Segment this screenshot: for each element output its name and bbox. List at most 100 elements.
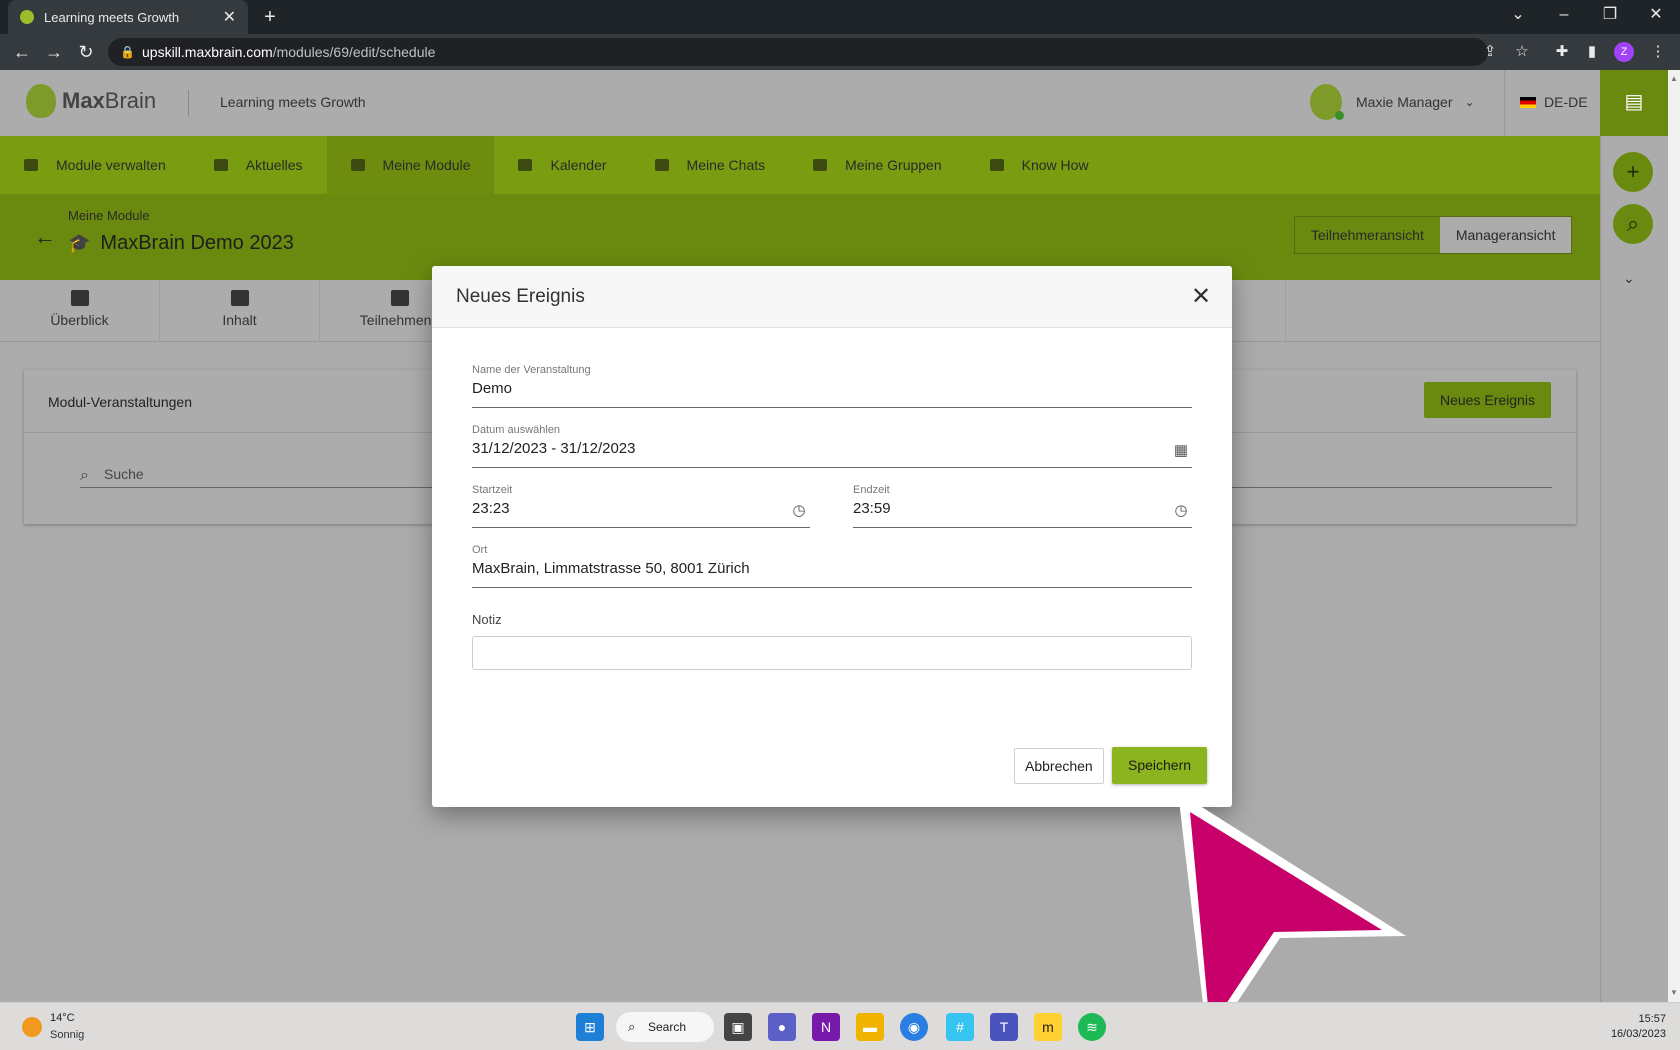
nav-item-meine-module[interactable]: Meine Module [326, 136, 495, 194]
bookmark-star-icon[interactable]: ☆ [1512, 42, 1532, 62]
online-status-icon [1335, 111, 1344, 120]
page-scrollbar[interactable]: ▲ ▼ [1668, 70, 1680, 1002]
end-time-label: Endzeit [853, 484, 890, 496]
slack-icon[interactable]: # [946, 1013, 974, 1041]
dialog-header: Neues Ereignis ✕ [432, 266, 1232, 328]
folder-icon [24, 159, 38, 171]
task-view-icon[interactable]: ▣ [724, 1013, 752, 1041]
participant-view-button[interactable]: Teilnehmeransicht [1295, 217, 1440, 253]
search-icon[interactable]: ⌕ [1613, 204, 1653, 244]
file-explorer-icon[interactable]: ▬ [856, 1013, 884, 1041]
chat-bubble-icon[interactable]: ▤ [1600, 70, 1668, 136]
profile-avatar[interactable]: Z [1614, 42, 1634, 62]
maxbrain-favicon-icon [20, 10, 34, 24]
calendar-icon [518, 159, 533, 171]
teams-icon[interactable]: T [990, 1013, 1018, 1041]
clock-date: 16/03/2023 [1610, 1028, 1666, 1040]
onenote-icon[interactable]: N [812, 1013, 840, 1041]
graduation-cap-icon [350, 159, 365, 171]
search-placeholder: Suche [104, 466, 144, 482]
sun-icon[interactable] [22, 1017, 42, 1037]
add-icon[interactable]: + [1613, 152, 1653, 192]
start-time-value: 23:23 [472, 500, 510, 517]
people-icon [390, 290, 409, 306]
user-name: Maxie Manager [1356, 94, 1453, 110]
extensions-puzzle-icon[interactable]: ✚ [1552, 42, 1572, 62]
right-rail: + ⌕ ⌄ [1600, 136, 1668, 1002]
date-range-field[interactable]: Datum auswählen 31/12/2023 - 31/12/2023 … [472, 424, 1192, 468]
chrome-icon[interactable]: ◉ [900, 1013, 928, 1041]
browser-tab-title: Learning meets Growth [44, 9, 180, 25]
end-time-field[interactable]: Endzeit 23:59 ◷ [853, 484, 1192, 528]
cancel-button[interactable]: Abbrechen [1014, 748, 1104, 784]
browser-menu-icon[interactable]: ⋮ [1648, 42, 1668, 62]
share-icon[interactable]: ⇪ [1480, 42, 1500, 62]
location-field[interactable]: Ort MaxBrain, Limmatstrasse 50, 8001 Zür… [472, 544, 1192, 588]
event-name-field[interactable]: Name der Veranstaltung Demo [472, 364, 1192, 408]
search-icon: ⌕ [628, 1019, 636, 1034]
taskbar-search[interactable]: ⌕ Search [616, 1012, 714, 1042]
breadcrumb[interactable]: Meine Module [68, 208, 150, 223]
main-navigation: Module verwalten Aktuelles Meine Module … [0, 136, 1600, 194]
new-tab-icon[interactable]: + [258, 6, 282, 30]
maxbrain-logo[interactable]: MaxBrain [26, 84, 156, 118]
save-button[interactable]: Speichern [1112, 747, 1208, 784]
close-icon[interactable]: ✕ [1184, 280, 1218, 314]
tab-content[interactable]: Inhalt [160, 280, 320, 342]
url-path: /modules/69/edit/schedule [272, 44, 436, 60]
minimize-window-icon[interactable]: – [1548, 0, 1580, 34]
nav-item-kalender[interactable]: Kalender [494, 136, 630, 194]
weather-temperature: 14°C [50, 1012, 75, 1024]
start-time-field[interactable]: Startzeit 23:23 ◷ [472, 484, 810, 528]
new-event-button[interactable]: Neues Ereignis [1424, 382, 1551, 418]
location-value: MaxBrain, Limmatstrasse 50, 8001 Zürich [472, 560, 750, 577]
tab-overview[interactable]: Überblick [0, 280, 160, 342]
chat-app-icon[interactable]: ● [768, 1013, 796, 1041]
user-menu[interactable]: Maxie Manager ⌄ [1310, 84, 1475, 120]
app-header: MaxBrain Learning meets Growth Maxie Man… [0, 70, 1600, 136]
date-label: Datum auswählen [472, 424, 561, 436]
browser-tab-bar: Learning meets Growth ✕ + ⌄ – ❐ ✕ [0, 0, 1680, 34]
back-arrow-icon[interactable]: ← [10, 40, 34, 64]
language-label: DE-DE [1544, 94, 1588, 110]
module-title: 🎓 MaxBrain Demo 2023 [68, 232, 294, 254]
address-bar[interactable]: 🔒 upskill.maxbrain.com/modules/69/edit/s… [108, 38, 1488, 66]
nav-item-module-verwalten[interactable]: Module verwalten [0, 136, 190, 194]
search-icon: ⌕ [80, 467, 89, 484]
clock-icon[interactable]: ◷ [790, 502, 808, 520]
manager-view-button[interactable]: Manageransicht [1439, 217, 1572, 253]
tab-search-chevron-icon[interactable]: ⌄ [1502, 0, 1534, 34]
folder-icon [230, 290, 249, 306]
language-selector[interactable]: DE-DE [1520, 94, 1588, 110]
nav-item-meine-gruppen[interactable]: Meine Gruppen [789, 136, 966, 194]
url-host: upskill.maxbrain.com [142, 44, 273, 60]
reload-icon[interactable]: ↻ [74, 40, 98, 64]
event-name-value: Demo [472, 380, 513, 397]
scroll-up-icon[interactable]: ▲ [1670, 74, 1678, 83]
nav-item-meine-chats[interactable]: Meine Chats [631, 136, 790, 194]
spotify-icon[interactable]: ≋ [1078, 1013, 1106, 1041]
calendar-icon[interactable]: ▦ [1172, 442, 1190, 460]
nav-item-know-how[interactable]: Know How [966, 136, 1113, 194]
miro-icon[interactable]: m [1034, 1013, 1062, 1041]
close-tab-icon[interactable]: ✕ [223, 7, 236, 27]
forward-arrow-icon[interactable]: → [42, 40, 66, 64]
taskbar-clock[interactable]: 15:57 16/03/2023 [1596, 1012, 1666, 1042]
windows-start-icon[interactable]: ⊞ [576, 1013, 604, 1041]
tagline: Learning meets Growth [220, 94, 366, 110]
close-window-icon[interactable]: ✕ [1640, 0, 1672, 34]
back-arrow-icon[interactable]: ← [34, 224, 56, 250]
scroll-down-icon[interactable]: ▼ [1670, 988, 1678, 997]
restore-window-icon[interactable]: ❐ [1594, 0, 1626, 34]
logo-text: MaxBrain [62, 88, 157, 113]
nav-item-aktuelles[interactable]: Aktuelles [190, 136, 327, 194]
clock-time: 15:57 [1638, 1013, 1666, 1025]
side-panel-icon[interactable]: ▮ [1582, 42, 1602, 62]
chevron-down-icon[interactable]: ⌄ [1623, 270, 1635, 287]
new-event-dialog: Neues Ereignis ✕ Name der Veranstaltung … [432, 266, 1232, 807]
date-value: 31/12/2023 - 31/12/2023 [472, 440, 636, 457]
note-input[interactable] [472, 636, 1192, 670]
browser-toolbar: ← → ↻ 🔒 upskill.maxbrain.com/modules/69/… [0, 34, 1680, 70]
clock-icon[interactable]: ◷ [1172, 502, 1190, 520]
browser-tab[interactable]: Learning meets Growth ✕ [8, 0, 248, 34]
